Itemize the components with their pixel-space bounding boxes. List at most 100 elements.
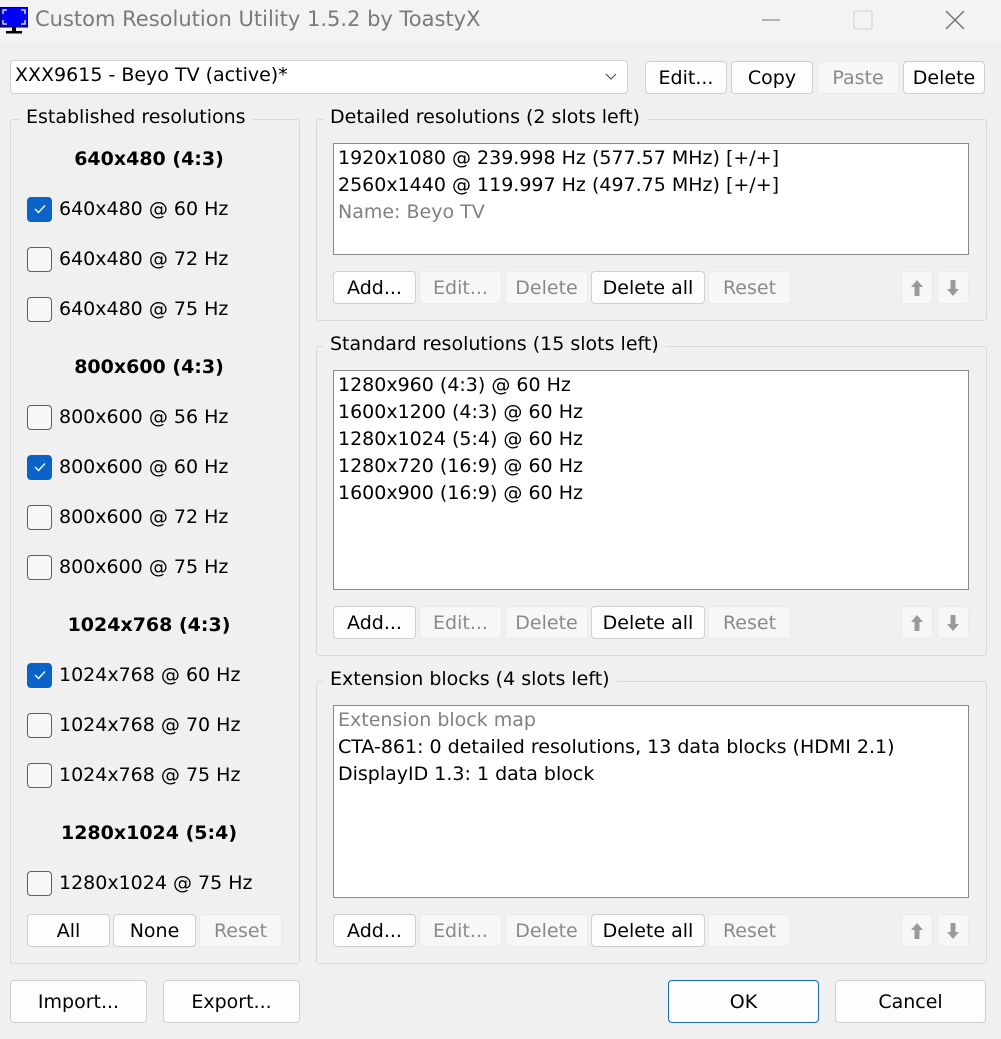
extension-move-down-button[interactable]	[937, 914, 969, 947]
checkbox-1024x768-60[interactable]: 1024x768 @ 60 Hz	[27, 662, 240, 688]
arrow-up-icon	[911, 279, 923, 296]
list-item[interactable]: CTA-861: 0 detailed resolutions, 13 data…	[338, 736, 895, 758]
standard-delete-button[interactable]: Delete	[505, 606, 588, 639]
checkbox-1280x1024-75[interactable]: 1280x1024 @ 75 Hz	[27, 870, 253, 896]
cancel-button[interactable]: Cancel	[835, 980, 986, 1023]
check-icon	[34, 671, 46, 680]
checkbox-800x600-72[interactable]: 800x600 @ 72 Hz	[27, 504, 228, 530]
copy-device-button[interactable]: Copy	[731, 61, 813, 94]
title-bar: Custom Resolution Utility 1.5.2 by Toast…	[0, 0, 1001, 42]
standard-move-down-button[interactable]	[937, 606, 969, 639]
arrow-up-icon	[911, 922, 923, 939]
standard-add-button[interactable]: Add...	[333, 606, 416, 639]
list-item[interactable]: 1280x720 (16:9) @ 60 Hz	[338, 455, 583, 477]
checkbox-1024x768-75[interactable]: 1024x768 @ 75 Hz	[27, 762, 240, 788]
list-item[interactable]: 2560x1440 @ 119.997 Hz (497.75 MHz) [+/+…	[338, 174, 779, 196]
checkbox-640x480-60[interactable]: 640x480 @ 60 Hz	[27, 196, 228, 222]
extension-blocks-title: Extension blocks (4 slots left)	[323, 668, 617, 690]
list-item-name[interactable]: Name: Beyo TV	[338, 201, 485, 223]
checkbox-box[interactable]	[27, 196, 52, 222]
extension-move-up-button[interactable]	[901, 914, 933, 947]
checkbox-800x600-56[interactable]: 800x600 @ 56 Hz	[27, 404, 228, 430]
extension-edit-button[interactable]: Edit...	[419, 914, 502, 947]
window-title: Custom Resolution Utility 1.5.2 by Toast…	[35, 7, 481, 31]
checkbox-box[interactable]	[27, 662, 52, 688]
standard-move-up-button[interactable]	[901, 606, 933, 639]
minimize-button[interactable]	[748, 0, 794, 40]
standard-resolutions-list[interactable]: 1280x960 (4:3) @ 60 Hz 1600x1200 (4:3) @…	[333, 370, 969, 590]
detailed-resolutions-list[interactable]: 1920x1080 @ 239.998 Hz (577.57 MHz) [+/+…	[333, 143, 969, 255]
check-icon	[34, 463, 46, 472]
close-icon	[945, 10, 965, 30]
group-heading-800x600: 800x600 (4:3)	[74, 356, 224, 378]
checkbox-label: 640x480 @ 75 Hz	[59, 298, 229, 320]
detailed-delete-all-button[interactable]: Delete all	[591, 271, 705, 304]
checkbox-box[interactable]	[27, 404, 52, 430]
select-none-button[interactable]: None	[113, 914, 196, 947]
checkbox-label: 800x600 @ 72 Hz	[59, 506, 229, 528]
device-dropdown[interactable]: XXX9615 - Beyo TV (active)*	[10, 60, 628, 94]
extension-reset-button[interactable]: Reset	[708, 914, 791, 947]
detailed-move-down-button[interactable]	[937, 271, 969, 304]
maximize-button	[840, 0, 886, 40]
close-button[interactable]	[932, 0, 978, 40]
select-all-button[interactable]: All	[27, 914, 110, 947]
list-item[interactable]: 1920x1080 @ 239.998 Hz (577.57 MHz) [+/+…	[338, 147, 779, 169]
minimize-icon	[762, 19, 780, 21]
export-button[interactable]: Export...	[163, 980, 300, 1023]
checkbox-label: 1024x768 @ 75 Hz	[59, 764, 241, 786]
delete-device-button[interactable]: Delete	[903, 61, 985, 94]
checkbox-box[interactable]	[27, 296, 52, 322]
checkbox-box[interactable]	[27, 762, 52, 788]
list-item[interactable]: 1600x900 (16:9) @ 60 Hz	[338, 482, 583, 504]
checkbox-label: 800x600 @ 60 Hz	[59, 456, 229, 478]
detailed-reset-button[interactable]: Reset	[708, 271, 791, 304]
checkbox-label: 640x480 @ 60 Hz	[59, 198, 229, 220]
established-resolutions-title: Established resolutions	[19, 106, 253, 128]
extension-delete-all-button[interactable]: Delete all	[591, 914, 705, 947]
arrow-up-icon	[911, 614, 923, 631]
group-heading-1024x768: 1024x768 (4:3)	[67, 614, 231, 636]
checkbox-label: 1024x768 @ 70 Hz	[59, 714, 241, 736]
standard-delete-all-button[interactable]: Delete all	[591, 606, 705, 639]
group-heading-640x480: 640x480 (4:3)	[74, 148, 224, 170]
ok-button[interactable]: OK	[668, 980, 819, 1023]
checkbox-box[interactable]	[27, 246, 52, 272]
list-item[interactable]: 1280x1024 (5:4) @ 60 Hz	[338, 428, 583, 450]
checkbox-640x480-75[interactable]: 640x480 @ 75 Hz	[27, 296, 228, 322]
arrow-down-icon	[947, 614, 959, 631]
standard-edit-button[interactable]: Edit...	[419, 606, 502, 639]
edit-device-button[interactable]: Edit...	[645, 61, 727, 94]
group-heading-1280x1024: 1280x1024 (5:4)	[60, 822, 238, 844]
monitor-icon	[0, 7, 28, 34]
extension-add-button[interactable]: Add...	[333, 914, 416, 947]
extension-blocks-list[interactable]: Extension block map CTA-861: 0 detailed …	[333, 705, 969, 898]
checkbox-box[interactable]	[27, 454, 52, 480]
detailed-add-button[interactable]: Add...	[333, 271, 416, 304]
paste-device-button[interactable]: Paste	[817, 61, 899, 94]
checkbox-800x600-60[interactable]: 800x600 @ 60 Hz	[27, 454, 228, 480]
import-button[interactable]: Import...	[10, 980, 147, 1023]
extension-delete-button[interactable]: Delete	[505, 914, 588, 947]
checkbox-label: 800x600 @ 56 Hz	[59, 406, 229, 428]
checkbox-800x600-75[interactable]: 800x600 @ 75 Hz	[27, 554, 228, 580]
checkbox-1024x768-70[interactable]: 1024x768 @ 70 Hz	[27, 712, 240, 738]
list-item[interactable]: DisplayID 1.3: 1 data block	[338, 763, 594, 785]
standard-reset-button[interactable]: Reset	[708, 606, 791, 639]
checkbox-label: 1024x768 @ 60 Hz	[59, 664, 241, 686]
checkbox-box[interactable]	[27, 870, 52, 896]
detailed-move-up-button[interactable]	[901, 271, 933, 304]
checkbox-box[interactable]	[27, 712, 52, 738]
list-item[interactable]: 1600x1200 (4:3) @ 60 Hz	[338, 401, 583, 423]
checkbox-640x480-72[interactable]: 640x480 @ 72 Hz	[27, 246, 228, 272]
device-dropdown-value: XXX9615 - Beyo TV (active)*	[15, 64, 288, 86]
checkbox-box[interactable]	[27, 504, 52, 530]
detailed-delete-button[interactable]: Delete	[505, 271, 588, 304]
established-reset-button[interactable]: Reset	[199, 914, 282, 947]
list-item-header[interactable]: Extension block map	[338, 709, 536, 731]
maximize-icon	[853, 10, 873, 30]
detailed-edit-button[interactable]: Edit...	[419, 271, 502, 304]
checkbox-box[interactable]	[27, 554, 52, 580]
list-item[interactable]: 1280x960 (4:3) @ 60 Hz	[338, 374, 571, 396]
arrow-down-icon	[947, 922, 959, 939]
